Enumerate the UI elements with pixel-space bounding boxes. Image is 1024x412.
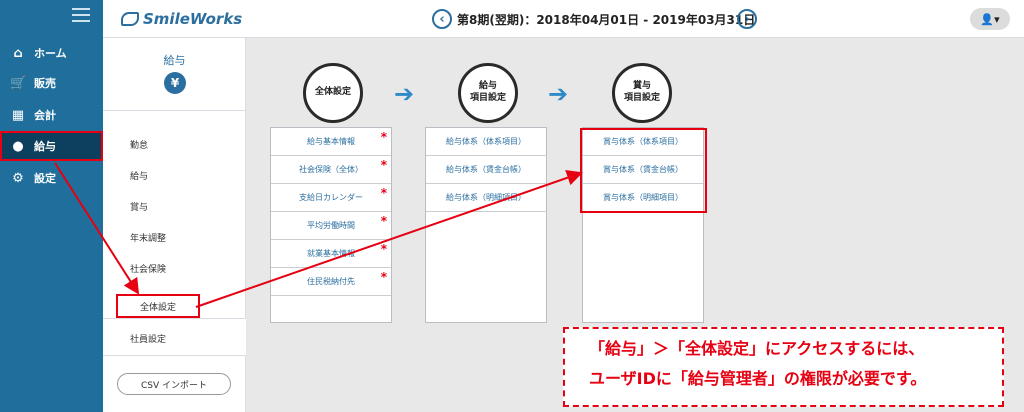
list-item[interactable]: 給与体系（体系項目） [426, 128, 546, 156]
list-item[interactable]: 平均労働時間 * [271, 212, 391, 240]
sidebar-item-label: 会計 [34, 109, 56, 122]
divider [103, 110, 246, 111]
list-item[interactable]: 就業基本情報 * [271, 240, 391, 268]
fiscal-period: 第8期(翌期)：2018年04月01日 - 2019年03月31日 [457, 13, 756, 27]
list-item[interactable]: 住民税納付先 * [271, 268, 391, 296]
required-mark: * [380, 186, 387, 200]
step-bonus-items[interactable]: 賞与 項目設定 [612, 63, 672, 123]
sidebar-item-settings[interactable]: ⚙ 設定 [0, 163, 103, 193]
prev-period-button[interactable]: ‹ [432, 9, 452, 29]
required-mark: * [380, 242, 387, 256]
required-mark: * [380, 158, 387, 172]
sidebar-item-label: 給与 [34, 140, 56, 153]
list-item[interactable]: 給与体系（明細項目） [426, 184, 546, 212]
user-icon: 👤▾ [980, 12, 1000, 26]
submenu-item-bonus[interactable]: 賞与 [130, 200, 148, 213]
header: SmileWorks ‹ 第8期(翌期)：2018年04月01日 - 2019年… [103, 0, 1024, 38]
list-item[interactable]: 社会保険（全体） * [271, 156, 391, 184]
list-item[interactable]: 支給日カレンダー * [271, 184, 391, 212]
annotation-note: 「給与」＞「全体設定」にアクセスするには、 ユーザIDに「給与管理者」の権限が必… [563, 327, 1004, 407]
sidebar-item-label: ホーム [34, 47, 67, 60]
submenu-item-year-end[interactable]: 年末調整 [130, 231, 166, 244]
money-bag-icon: ● [12, 138, 24, 154]
required-mark: * [380, 130, 387, 144]
gear-icon: ⚙ [12, 170, 24, 186]
sidebar-item-accounting[interactable]: ▦ 会計 [0, 100, 103, 130]
sidebar-item-salary[interactable]: ● 給与 [0, 131, 103, 161]
logo[interactable]: SmileWorks [121, 10, 242, 28]
list-item[interactable]: 給与体系（賃金台帳） [426, 156, 546, 184]
calculator-icon: ▦ [11, 107, 25, 123]
bonus-highlight-box [580, 128, 707, 213]
sidebar-item-home[interactable]: ⌂ ホーム [0, 38, 103, 68]
sidebar: ⌂ ホーム 🛒 販売 ▦ 会計 ● 給与 ⚙ 設定 [0, 0, 103, 412]
logo-mark-icon [121, 12, 139, 26]
list-item[interactable]: 給与基本情報 * [271, 128, 391, 156]
sidebar-item-sales[interactable]: 🛒 販売 [0, 68, 103, 98]
yen-bag-icon: ¥ [164, 72, 186, 94]
cart-icon: 🛒 [10, 75, 27, 91]
submenu-row [103, 318, 246, 356]
chevron-right-icon: › [744, 11, 750, 27]
next-period-button[interactable]: › [737, 9, 757, 29]
submenu-item-salary[interactable]: 給与 [130, 169, 148, 182]
arrow-right-icon: ➔ [394, 80, 415, 108]
sidebar-item-label: 販売 [34, 77, 56, 90]
all-settings-list: 給与基本情報 * 社会保険（全体） * 支給日カレンダー * 平均労働時間 * 就業基本… [270, 127, 392, 323]
submenu-title: 給与 [163, 54, 186, 67]
salary-items-list: 給与体系（体系項目） 給与体系（賃金台帳） 給与体系（明細項目） [425, 127, 547, 323]
hamburger-menu-icon[interactable] [72, 8, 90, 22]
note-line-2: ユーザIDに「給与管理者」の権限が必要です。 [589, 369, 927, 389]
arrow-right-icon: ➔ [548, 80, 569, 108]
submenu-item-employee-settings[interactable]: 社員設定 [130, 332, 166, 345]
logo-text: SmileWorks [143, 10, 243, 28]
submenu-item-attendance[interactable]: 勤怠 [130, 138, 148, 151]
home-icon: ⌂ [13, 45, 23, 61]
submenu-item-all-settings[interactable]: 全体設定 [116, 294, 200, 318]
chevron-left-icon: ‹ [439, 11, 445, 27]
csv-import-button[interactable]: CSV インポート [117, 373, 231, 395]
user-menu-button[interactable]: 👤▾ [970, 8, 1010, 30]
required-mark: * [380, 270, 387, 284]
salary-submenu: 給与 ¥ 勤怠 給与 賞与 年末調整 社会保険 全体設定 社員設定 CSV イン… [103, 38, 246, 412]
step-all-settings[interactable]: 全体設定 [303, 63, 363, 123]
required-mark: * [380, 214, 387, 228]
note-line-1: 「給与」＞「全体設定」にアクセスするには、 [589, 339, 925, 358]
step-salary-items[interactable]: 給与 項目設定 [458, 63, 518, 123]
sidebar-item-label: 設定 [34, 172, 56, 185]
submenu-item-social-insurance[interactable]: 社会保険 [130, 262, 166, 275]
